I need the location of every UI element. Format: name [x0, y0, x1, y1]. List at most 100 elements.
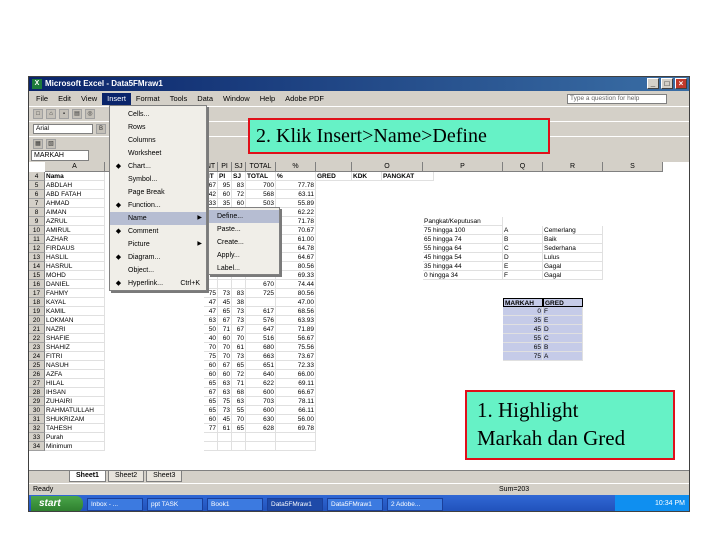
name-submenu-item-label[interactable]: Label...	[209, 262, 279, 275]
row-header[interactable]: 28	[29, 388, 45, 397]
column-header[interactable]: Q	[503, 162, 543, 172]
cell-value[interactable]: 72.33	[276, 361, 316, 370]
cell-value[interactable]: 66.00	[276, 370, 316, 379]
task-item[interactable]: Data5FMraw1	[267, 497, 323, 511]
cell-name[interactable]: ABD FATAH	[45, 190, 105, 199]
cell-value[interactable]: 73	[232, 316, 246, 325]
cell-value[interactable]: 73.67	[276, 352, 316, 361]
insert-menu-item-hyperlink[interactable]: ◆ Hyperlink... Ctrl+K	[110, 277, 206, 290]
gred-header[interactable]: GRED	[543, 298, 583, 307]
cell-name[interactable]: MOHD	[45, 271, 105, 280]
insert-menu-item-chart[interactable]: ◆ Chart...	[110, 160, 206, 173]
gred-value[interactable]: A	[543, 352, 583, 361]
cell-value[interactable]: 74.44	[276, 280, 316, 289]
cell-value[interactable]: 47.00	[276, 298, 316, 307]
cell-value[interactable]: 69.78	[276, 424, 316, 433]
cell-value[interactable]: 70	[218, 343, 232, 352]
pangkat-range[interactable]: 45 hingga 54	[423, 253, 503, 262]
cell-value[interactable]: 628	[246, 424, 276, 433]
cell-value[interactable]: 73	[232, 307, 246, 316]
cell-value[interactable]: 75	[204, 352, 218, 361]
insert-menu-item-symbol[interactable]: Symbol...	[110, 173, 206, 186]
menu-insert[interactable]: Insert	[102, 92, 131, 105]
header-cell-pi[interactable]: PI	[218, 172, 232, 181]
row-header[interactable]: 20	[29, 316, 45, 325]
row-header[interactable]: 8	[29, 208, 45, 217]
cell-value[interactable]: 55	[232, 406, 246, 415]
open-icon[interactable]: ⌂	[46, 108, 56, 119]
row-header[interactable]: 30	[29, 406, 45, 415]
menu-format[interactable]: Format	[131, 93, 165, 105]
cell-value[interactable]	[232, 280, 246, 289]
cell-value[interactable]: 65	[232, 361, 246, 370]
insert-menu-item-object[interactable]: Object...	[110, 264, 206, 277]
pangkat-range[interactable]: 75 hingga 100	[423, 226, 503, 235]
row-header[interactable]: 34	[29, 442, 45, 451]
cell-value[interactable]: 617	[246, 307, 276, 316]
cell-value[interactable]: 70	[232, 415, 246, 424]
cell-value[interactable]: 630	[246, 415, 276, 424]
cell-value[interactable]: 56.67	[276, 334, 316, 343]
cell-value[interactable]: 63	[218, 379, 232, 388]
cell-name[interactable]: Minimum	[45, 442, 105, 451]
cell-value[interactable]: 65	[204, 397, 218, 406]
cell-value[interactable]: 73	[218, 289, 232, 298]
column-header[interactable]: PI	[218, 162, 232, 172]
markah-value[interactable]: 35	[503, 316, 543, 325]
cell-value[interactable]: 71.89	[276, 325, 316, 334]
cell-value[interactable]: 56.00	[276, 415, 316, 424]
cell-value[interactable]: 568	[246, 190, 276, 199]
cell-value[interactable]: 70	[218, 352, 232, 361]
cell-value[interactable]: 65	[204, 406, 218, 415]
cell-value[interactable]: 61	[218, 424, 232, 433]
row-header[interactable]: 5	[29, 181, 45, 190]
row-header[interactable]: 31	[29, 415, 45, 424]
task-item[interactable]: ppt TASK	[147, 497, 203, 511]
cell-name[interactable]: KAMIL	[45, 307, 105, 316]
cell-value[interactable]: 67	[218, 361, 232, 370]
pangkat-table-title[interactable]: Pangkat/Keputusan	[423, 217, 503, 226]
insert-menu-item-cells[interactable]: Cells...	[110, 108, 206, 121]
row-header[interactable]: 7	[29, 199, 45, 208]
cell-value[interactable]: 67	[232, 325, 246, 334]
cell-name[interactable]: AZRUL	[45, 217, 105, 226]
pangkat-desc[interactable]: Gagal	[543, 271, 603, 280]
row-header[interactable]: 27	[29, 379, 45, 388]
insert-menu-item-name[interactable]: Name ▶	[110, 212, 206, 225]
cell-value[interactable]: 68	[232, 388, 246, 397]
cell-value[interactable]: 50	[204, 325, 218, 334]
print-icon[interactable]: ▤	[72, 108, 82, 119]
task-item[interactable]: Inbox - ...	[87, 497, 143, 511]
cell-value[interactable]: 72	[232, 190, 246, 199]
pangkat-desc[interactable]: Baik	[543, 235, 603, 244]
cell-value[interactable]: 38	[232, 298, 246, 307]
gred-value[interactable]: B	[543, 343, 583, 352]
cell-value[interactable]: 60	[218, 334, 232, 343]
cell-value[interactable]: 73	[218, 406, 232, 415]
column-header[interactable]	[316, 162, 352, 172]
row-header[interactable]: 15	[29, 271, 45, 280]
menu-data[interactable]: Data	[192, 93, 218, 105]
cell-name[interactable]: AZHAR	[45, 235, 105, 244]
maximize-button[interactable]: □	[661, 78, 673, 89]
cell-value[interactable]: 700	[246, 181, 276, 190]
cell-value[interactable]: 725	[246, 289, 276, 298]
pangkat-desc[interactable]: Lulus	[543, 253, 603, 262]
cell-value[interactable]: 70	[204, 343, 218, 352]
cell-value[interactable]: 68.56	[276, 307, 316, 316]
name-submenu-item-paste[interactable]: Paste...	[209, 223, 279, 236]
font-select[interactable]: Arial	[33, 123, 93, 134]
task-item[interactable]: Book1	[207, 497, 263, 511]
cell-value[interactable]	[246, 433, 276, 442]
cell-value[interactable]: 72	[232, 370, 246, 379]
header-cell-pangkat[interactable]: PANGKAT	[382, 172, 434, 181]
cell-value[interactable]: 69.11	[276, 379, 316, 388]
cell-value[interactable]: 75.56	[276, 343, 316, 352]
header-cell-total[interactable]: TOTAL	[246, 172, 276, 181]
cell-name[interactable]: TAHESH	[45, 424, 105, 433]
header-cell-pct[interactable]: %	[276, 172, 316, 181]
cell-name[interactable]: AZFA	[45, 370, 105, 379]
cell-value[interactable]: 64.78	[276, 244, 316, 253]
cell-value[interactable]: 65	[218, 307, 232, 316]
cell-value[interactable]: 63	[232, 397, 246, 406]
